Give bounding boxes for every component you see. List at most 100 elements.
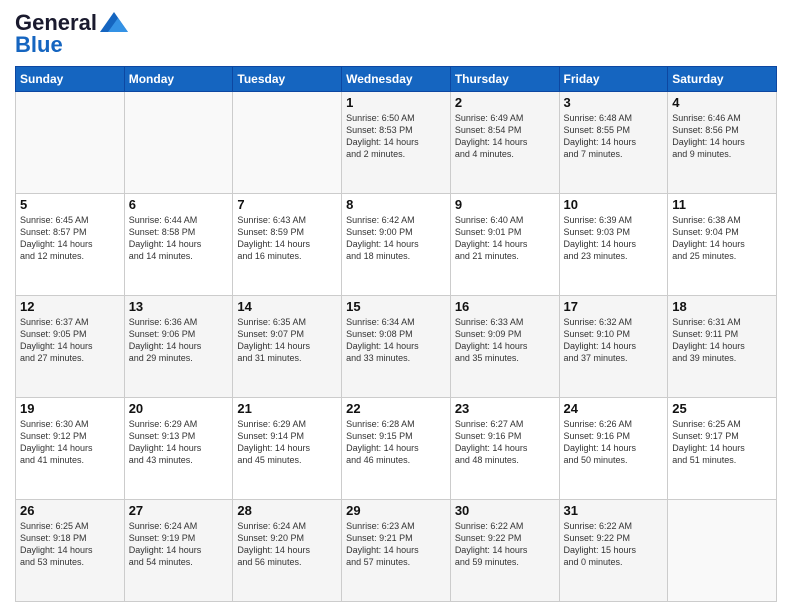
cell-info: Sunrise: 6:39 AM Sunset: 9:03 PM Dayligh… bbox=[564, 214, 664, 263]
day-number: 21 bbox=[237, 401, 337, 416]
day-number: 1 bbox=[346, 95, 446, 110]
day-number: 9 bbox=[455, 197, 555, 212]
calendar-cell: 6Sunrise: 6:44 AM Sunset: 8:58 PM Daylig… bbox=[124, 194, 233, 296]
cell-info: Sunrise: 6:22 AM Sunset: 9:22 PM Dayligh… bbox=[455, 520, 555, 569]
calendar-week-row: 26Sunrise: 6:25 AM Sunset: 9:18 PM Dayli… bbox=[16, 500, 777, 602]
day-number: 26 bbox=[20, 503, 120, 518]
cell-info: Sunrise: 6:29 AM Sunset: 9:14 PM Dayligh… bbox=[237, 418, 337, 467]
day-number: 2 bbox=[455, 95, 555, 110]
day-number: 4 bbox=[672, 95, 772, 110]
day-number: 18 bbox=[672, 299, 772, 314]
day-number: 17 bbox=[564, 299, 664, 314]
calendar-week-row: 19 Sunrise: 6:30 AM Sunset: 9:12 PM Dayli… bbox=[16, 398, 777, 500]
weekday-header: Friday bbox=[559, 67, 668, 92]
day-number: 11 bbox=[672, 197, 772, 212]
weekday-header: Saturday bbox=[668, 67, 777, 92]
cell-info: Sunrise: 6:49 AM Sunset: 8:54 PM Dayligh… bbox=[455, 112, 555, 161]
logo-icon bbox=[100, 12, 128, 32]
cell-info: Sunrise: 6:38 AM Sunset: 9:04 PM Dayligh… bbox=[672, 214, 772, 263]
cell-info: Sunrise: 6:40 AM Sunset: 9:01 PM Dayligh… bbox=[455, 214, 555, 263]
calendar-cell: 8 Sunrise: 6:42 AM Sunset: 9:00 PM Daylig… bbox=[342, 194, 451, 296]
day-number: 24 bbox=[564, 401, 664, 416]
day-number: 12 bbox=[20, 299, 120, 314]
cell-info: Sunrise: 6:28 AM Sunset: 9:15 PM Dayligh… bbox=[346, 418, 446, 467]
day-number: 7 bbox=[237, 197, 337, 212]
day-number: 10 bbox=[564, 197, 664, 212]
cell-info: Sunrise: 6:43 AM Sunset: 8:59 PM Dayligh… bbox=[237, 214, 337, 263]
cell-info: Sunrise: 6:30 AM Sunset: 9:12 PM Dayligh… bbox=[20, 418, 120, 467]
cell-info: Sunrise: 6:50 AM Sunset: 8:53 PM Dayligh… bbox=[346, 112, 446, 161]
calendar-cell: 29 Sunrise: 6:23 AM Sunset: 9:21 PM Dayli… bbox=[342, 500, 451, 602]
calendar-cell: 7 Sunrise: 6:43 AM Sunset: 8:59 PM Daylig… bbox=[233, 194, 342, 296]
day-number: 29 bbox=[346, 503, 446, 518]
calendar-cell: 1 Sunrise: 6:50 AM Sunset: 8:53 PM Daylig… bbox=[342, 92, 451, 194]
calendar-cell: 20 Sunrise: 6:29 AM Sunset: 9:13 PM Dayli… bbox=[124, 398, 233, 500]
calendar-cell: 11 Sunrise: 6:38 AM Sunset: 9:04 PM Dayli… bbox=[668, 194, 777, 296]
calendar-cell: 26Sunrise: 6:25 AM Sunset: 9:18 PM Dayli… bbox=[16, 500, 125, 602]
calendar-week-row: 5 Sunrise: 6:45 AM Sunset: 8:57 PM Daylig… bbox=[16, 194, 777, 296]
cell-info: Sunrise: 6:23 AM Sunset: 9:21 PM Dayligh… bbox=[346, 520, 446, 569]
calendar-week-row: 1 Sunrise: 6:50 AM Sunset: 8:53 PM Daylig… bbox=[16, 92, 777, 194]
day-number: 14 bbox=[237, 299, 337, 314]
cell-info: Sunrise: 6:48 AM Sunset: 8:55 PM Dayligh… bbox=[564, 112, 664, 161]
calendar-cell bbox=[124, 92, 233, 194]
cell-info: Sunrise: 6:22 AM Sunset: 9:22 PM Dayligh… bbox=[564, 520, 664, 569]
calendar-cell bbox=[233, 92, 342, 194]
day-number: 22 bbox=[346, 401, 446, 416]
calendar-cell: 14 Sunrise: 6:35 AM Sunset: 9:07 PM Dayli… bbox=[233, 296, 342, 398]
day-number: 30 bbox=[455, 503, 555, 518]
calendar-cell: 28Sunrise: 6:24 AM Sunset: 9:20 PM Dayli… bbox=[233, 500, 342, 602]
day-number: 20 bbox=[129, 401, 229, 416]
weekday-header: Tuesday bbox=[233, 67, 342, 92]
weekday-header: Wednesday bbox=[342, 67, 451, 92]
day-number: 15 bbox=[346, 299, 446, 314]
calendar-cell bbox=[668, 500, 777, 602]
calendar-header-row: SundayMondayTuesdayWednesdayThursdayFrid… bbox=[16, 67, 777, 92]
cell-info: Sunrise: 6:45 AM Sunset: 8:57 PM Dayligh… bbox=[20, 214, 120, 263]
weekday-header: Sunday bbox=[16, 67, 125, 92]
cell-info: Sunrise: 6:26 AM Sunset: 9:16 PM Dayligh… bbox=[564, 418, 664, 467]
day-number: 25 bbox=[672, 401, 772, 416]
cell-info: Sunrise: 6:42 AM Sunset: 9:00 PM Dayligh… bbox=[346, 214, 446, 263]
cell-info: Sunrise: 6:25 AM Sunset: 9:17 PM Dayligh… bbox=[672, 418, 772, 467]
calendar-cell: 12Sunrise: 6:37 AM Sunset: 9:05 PM Dayli… bbox=[16, 296, 125, 398]
cell-info: Sunrise: 6:32 AM Sunset: 9:10 PM Dayligh… bbox=[564, 316, 664, 365]
cell-info: Sunrise: 6:29 AM Sunset: 9:13 PM Dayligh… bbox=[129, 418, 229, 467]
calendar-cell: 25 Sunrise: 6:25 AM Sunset: 9:17 PM Dayli… bbox=[668, 398, 777, 500]
page: General Blue SundayMondayTuesdayWednesda… bbox=[0, 0, 792, 612]
calendar-cell: 19 Sunrise: 6:30 AM Sunset: 9:12 PM Dayli… bbox=[16, 398, 125, 500]
calendar-cell: 17 Sunrise: 6:32 AM Sunset: 9:10 PM Dayli… bbox=[559, 296, 668, 398]
calendar-cell: 3 Sunrise: 6:48 AM Sunset: 8:55 PM Daylig… bbox=[559, 92, 668, 194]
day-number: 8 bbox=[346, 197, 446, 212]
day-number: 31 bbox=[564, 503, 664, 518]
day-number: 28 bbox=[237, 503, 337, 518]
calendar-cell: 10 Sunrise: 6:39 AM Sunset: 9:03 PM Dayli… bbox=[559, 194, 668, 296]
day-number: 5 bbox=[20, 197, 120, 212]
calendar-cell: 15 Sunrise: 6:34 AM Sunset: 9:08 PM Dayli… bbox=[342, 296, 451, 398]
day-number: 27 bbox=[129, 503, 229, 518]
cell-info: Sunrise: 6:24 AM Sunset: 9:19 PM Dayligh… bbox=[129, 520, 229, 569]
cell-info: Sunrise: 6:31 AM Sunset: 9:11 PM Dayligh… bbox=[672, 316, 772, 365]
logo-blue: Blue bbox=[15, 32, 63, 58]
header: General Blue bbox=[15, 10, 777, 58]
calendar-table: SundayMondayTuesdayWednesdayThursdayFrid… bbox=[15, 66, 777, 602]
day-number: 23 bbox=[455, 401, 555, 416]
cell-info: Sunrise: 6:46 AM Sunset: 8:56 PM Dayligh… bbox=[672, 112, 772, 161]
calendar-cell: 4 Sunrise: 6:46 AM Sunset: 8:56 PM Daylig… bbox=[668, 92, 777, 194]
calendar-cell: 24 Sunrise: 6:26 AM Sunset: 9:16 PM Dayli… bbox=[559, 398, 668, 500]
calendar-cell: 27 Sunrise: 6:24 AM Sunset: 9:19 PM Dayli… bbox=[124, 500, 233, 602]
calendar-cell: 18 Sunrise: 6:31 AM Sunset: 9:11 PM Dayli… bbox=[668, 296, 777, 398]
day-number: 16 bbox=[455, 299, 555, 314]
day-number: 13 bbox=[129, 299, 229, 314]
calendar-cell: 31 Sunrise: 6:22 AM Sunset: 9:22 PM Dayli… bbox=[559, 500, 668, 602]
calendar-cell bbox=[16, 92, 125, 194]
logo: General Blue bbox=[15, 10, 128, 58]
day-number: 19 bbox=[20, 401, 120, 416]
weekday-header: Monday bbox=[124, 67, 233, 92]
cell-info: Sunrise: 6:34 AM Sunset: 9:08 PM Dayligh… bbox=[346, 316, 446, 365]
cell-info: Sunrise: 6:35 AM Sunset: 9:07 PM Dayligh… bbox=[237, 316, 337, 365]
cell-info: Sunrise: 6:33 AM Sunset: 9:09 PM Dayligh… bbox=[455, 316, 555, 365]
day-number: 3 bbox=[564, 95, 664, 110]
cell-info: Sunrise: 6:44 AM Sunset: 8:58 PM Dayligh… bbox=[129, 214, 229, 263]
calendar-week-row: 12Sunrise: 6:37 AM Sunset: 9:05 PM Dayli… bbox=[16, 296, 777, 398]
